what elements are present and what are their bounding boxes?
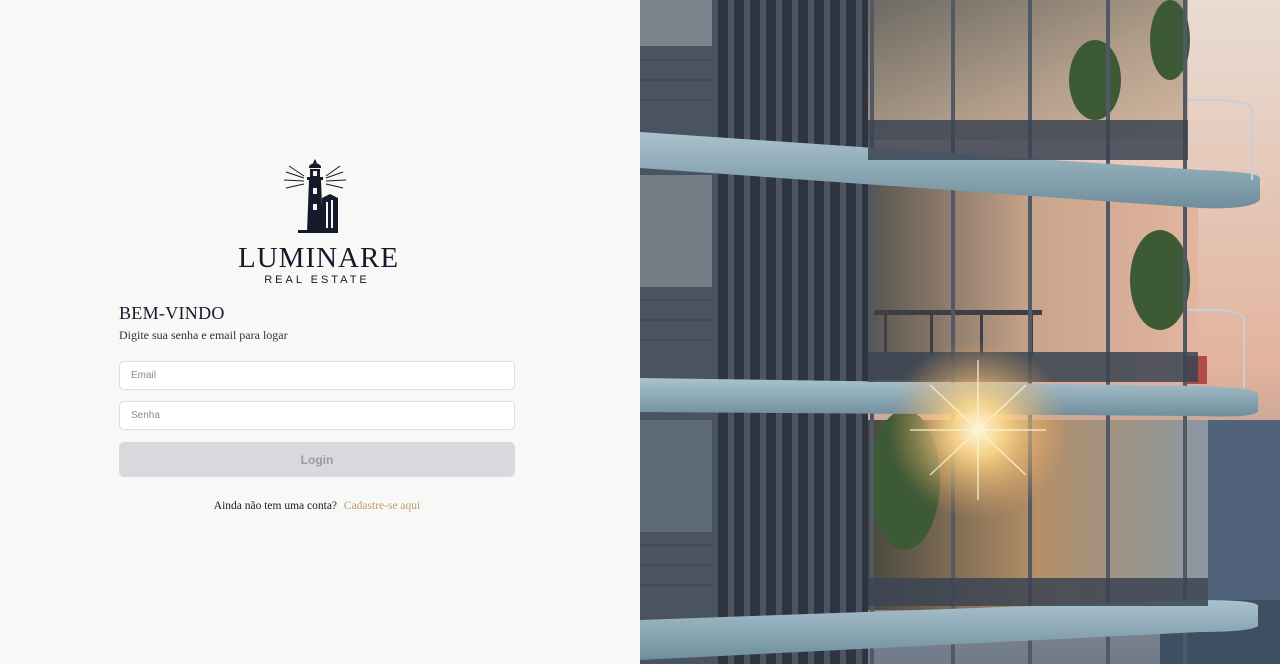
lighthouse-logo-icon xyxy=(283,159,347,233)
building-sunset-photo-icon xyxy=(640,0,1280,664)
brand-logo: LUMINARE REAL ESTATE xyxy=(238,158,400,288)
signup-link[interactable]: Cadastre-se aqui xyxy=(344,500,420,512)
hero-image xyxy=(640,0,1280,664)
password-field[interactable] xyxy=(119,401,515,430)
login-panel: LUMINARE REAL ESTATE BEM-VINDO Digite su… xyxy=(0,0,640,664)
login-button[interactable]: Login xyxy=(119,442,515,477)
brand-name: LUMINARE xyxy=(238,242,400,274)
email-field[interactable] xyxy=(119,361,515,390)
signup-prompt-row: Ainda não tem uma conta? Cadastre-se aqu… xyxy=(0,500,634,512)
page-subtitle: Digite sua senha e email para logar xyxy=(119,328,288,342)
signup-prompt: Ainda não tem uma conta? xyxy=(213,500,338,512)
brand-tagline: REAL ESTATE xyxy=(264,274,370,286)
page-title: BEM-VINDO xyxy=(119,303,225,323)
